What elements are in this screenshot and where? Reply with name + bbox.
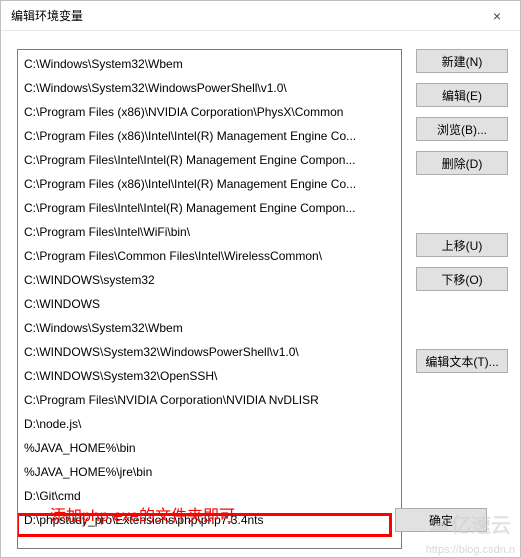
cloud-icon: ☁	[429, 511, 449, 536]
logo-text: 亿速云	[451, 509, 511, 538]
list-item[interactable]: C:\Windows\System32\WindowsPowerShell\v1…	[18, 76, 401, 100]
list-item[interactable]: C:\WINDOWS	[18, 292, 401, 316]
close-icon[interactable]: ×	[482, 4, 512, 28]
list-item[interactable]: C:\Program Files\Intel\WiFi\bin\	[18, 220, 401, 244]
path-listbox[interactable]: C:\Windows\System32\Wbem C:\Windows\Syst…	[17, 49, 402, 549]
titlebar: 编辑环境变量 ×	[1, 1, 520, 31]
url-watermark: https://blog.csdn.n	[426, 544, 515, 556]
movedown-button[interactable]: 下移(O)	[416, 267, 508, 291]
delete-button[interactable]: 删除(D)	[416, 151, 508, 175]
list-item[interactable]: %JAVA_HOME%\bin	[18, 436, 401, 460]
annotation-text: 添加php.exe的文件夹即可	[50, 502, 235, 526]
button-column: 新建(N) 编辑(E) 浏览(B)... 删除(D) 上移(U) 下移(O) 编…	[416, 49, 508, 549]
list-item[interactable]: C:\WINDOWS\System32\WindowsPowerShell\v1…	[18, 340, 401, 364]
moveup-button[interactable]: 上移(U)	[416, 233, 508, 257]
list-item[interactable]: C:\Program Files\Intel\Intel(R) Manageme…	[18, 196, 401, 220]
list-item[interactable]: C:\WINDOWS\system32	[18, 268, 401, 292]
browse-button[interactable]: 浏览(B)...	[416, 117, 508, 141]
list-item[interactable]: C:\Program Files (x86)\Intel\Intel(R) Ma…	[18, 172, 401, 196]
list-item[interactable]: C:\Windows\System32\Wbem	[18, 52, 401, 76]
list-item[interactable]: C:\Program Files\NVIDIA Corporation\NVID…	[18, 388, 401, 412]
spacer	[416, 301, 508, 339]
list-item[interactable]: C:\Program Files\Intel\Intel(R) Manageme…	[18, 148, 401, 172]
list-item[interactable]: D:\node.js\	[18, 412, 401, 436]
edit-button[interactable]: 编辑(E)	[416, 83, 508, 107]
edittext-button[interactable]: 编辑文本(T)...	[416, 349, 508, 373]
content-area: C:\Windows\System32\Wbem C:\Windows\Syst…	[1, 31, 520, 557]
window-title: 编辑环境变量	[11, 7, 83, 24]
new-button[interactable]: 新建(N)	[416, 49, 508, 73]
dialog-window: 编辑环境变量 × C:\Windows\System32\Wbem C:\Win…	[0, 0, 521, 558]
list-item[interactable]: %JAVA_HOME%\jre\bin	[18, 460, 401, 484]
list-item[interactable]: C:\Windows\System32\Wbem	[18, 316, 401, 340]
spacer	[416, 185, 508, 223]
list-item[interactable]: C:\Program Files (x86)\Intel\Intel(R) Ma…	[18, 124, 401, 148]
list-item[interactable]: C:\WINDOWS\System32\OpenSSH\	[18, 364, 401, 388]
list-item[interactable]: C:\Program Files (x86)\NVIDIA Corporatio…	[18, 100, 401, 124]
logo-watermark: ☁ 亿速云	[429, 509, 511, 538]
list-item[interactable]: C:\Program Files\Common Files\Intel\Wire…	[18, 244, 401, 268]
